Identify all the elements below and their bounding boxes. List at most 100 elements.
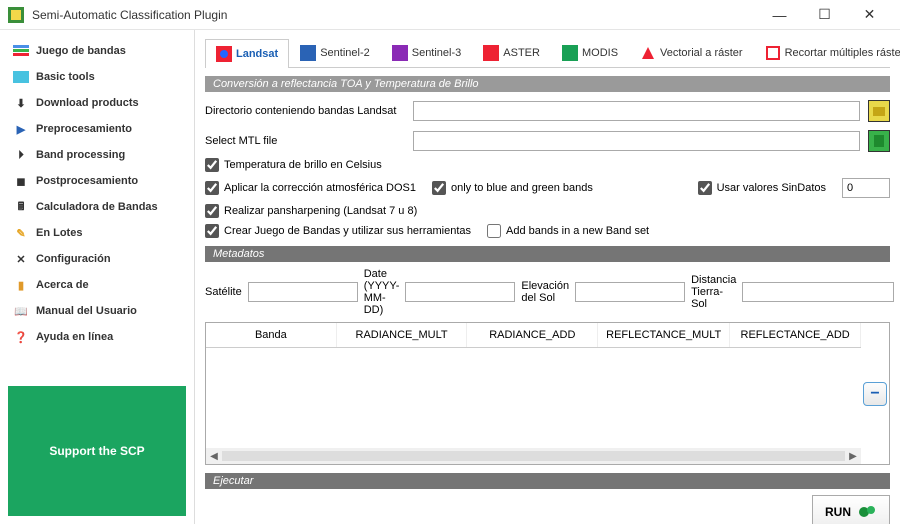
tab-label: Landsat [236, 48, 278, 60]
directory-browse-button[interactable] [868, 100, 890, 122]
tab-recortar[interactable]: Recortar múltiples rásters [754, 38, 900, 67]
table-body [206, 348, 861, 448]
directory-label: Directorio conteniendo bandas Landsat [205, 105, 405, 117]
chk-pansharp[interactable]: Realizar pansharpening (Landsat 7 u 8) [205, 204, 417, 218]
preprocess-icon: ▶ [12, 122, 30, 136]
tab-landsat[interactable]: Landsat [205, 39, 289, 68]
sidebar-item-label: Configuración [36, 253, 111, 265]
content: Landsat Sentinel-2 Sentinel-3 ASTER MODI… [195, 30, 900, 524]
download-icon: ⬇ [12, 96, 30, 110]
clip-icon [765, 45, 781, 61]
window-title: Semi-Automatic Classification Plugin [32, 8, 757, 22]
calculator-icon: 🖩 [12, 200, 30, 214]
chk-addbands-label: Add bands in a new Band set [506, 225, 649, 237]
gear-icon [857, 502, 877, 522]
tab-label: Recortar múltiples rásters [785, 47, 900, 59]
col-refladd[interactable]: REFLECTANCE_ADD [730, 323, 861, 347]
tab-aster[interactable]: ASTER [472, 38, 551, 67]
dist-input[interactable] [742, 282, 894, 302]
tab-label: Sentinel-2 [320, 47, 370, 59]
date-label: Date (YYYY-MM-DD) [364, 268, 400, 316]
tab-vectorial[interactable]: Vectorial a ráster [629, 38, 754, 67]
tab-label: Vectorial a ráster [660, 47, 743, 59]
maximize-button[interactable]: ☐ [802, 0, 847, 30]
modis-icon [562, 45, 578, 61]
tab-sentinel3[interactable]: Sentinel-3 [381, 38, 473, 67]
date-input[interactable] [405, 282, 515, 302]
col-radmult[interactable]: RADIANCE_MULT [337, 323, 468, 347]
sidebar-item-band-processing[interactable]: ⏵Band processing [8, 142, 186, 168]
sidebar-item-lotes[interactable]: ✎En Lotes [8, 220, 186, 246]
folder-icon [872, 104, 886, 118]
chk-celsius[interactable]: Temperatura de brillo en Celsius [205, 158, 382, 172]
sidebar-item-label: Postprocesamiento [36, 175, 138, 187]
dist-label: Distancia Tierra-Sol [691, 274, 736, 310]
tab-label: ASTER [503, 47, 540, 59]
tab-modis[interactable]: MODIS [551, 38, 629, 67]
about-icon: ▮ [12, 278, 30, 292]
col-radadd[interactable]: RADIANCE_ADD [467, 323, 598, 347]
sidebar-item-label: En Lotes [36, 227, 82, 239]
chk-onlybg[interactable]: only to blue and green bands [432, 181, 593, 195]
run-button[interactable]: RUN [812, 495, 890, 524]
tab-sentinel2[interactable]: Sentinel-2 [289, 38, 381, 67]
settings-icon: ✕ [12, 252, 30, 266]
sun-input[interactable] [575, 282, 685, 302]
sat-input[interactable] [248, 282, 358, 302]
sidebar-item-label: Juego de bandas [36, 45, 126, 57]
vector-icon [640, 45, 656, 61]
metadata-row: Satélite Date (YYYY-MM-DD) Elevación del… [205, 268, 890, 316]
chk-onlybg-label: only to blue and green bands [451, 182, 593, 194]
sat-label: Satélite [205, 286, 242, 298]
nodata-spin[interactable] [842, 178, 890, 198]
minimize-button[interactable]: — [757, 0, 802, 30]
sidebar-item-label: Acerca de [36, 279, 89, 291]
sidebar-item-about[interactable]: ▮ Acerca de [8, 272, 186, 298]
chk-addbands[interactable]: Add bands in a new Band set [487, 224, 649, 238]
table-hscroll[interactable]: ◀▶ [206, 448, 861, 464]
sidebar-item-help[interactable]: ❓ Ayuda en línea [8, 324, 186, 350]
chk-dos1[interactable]: Aplicar la corrección atmosférica DOS1 [205, 181, 416, 195]
sidebar-item-label: Manual del Usuario [36, 305, 137, 317]
manual-icon: 📖 [12, 304, 30, 318]
sentinel2-icon [300, 45, 316, 61]
chk-nodata[interactable]: Usar valores SinDatos [698, 181, 826, 195]
sidebar-item-config[interactable]: ✕ Configuración [8, 246, 186, 272]
run-label: RUN [825, 505, 851, 519]
support-panel[interactable]: Support the SCP [8, 386, 186, 516]
chk-dos1-label: Aplicar la corrección atmosférica DOS1 [224, 182, 416, 194]
tools-icon [12, 70, 30, 84]
postprocess-icon: ◼ [12, 174, 30, 188]
chk-bandset[interactable]: Crear Juego de Bandas y utilizar sus her… [205, 224, 471, 238]
sidebar-item-label: Calculadora de Bandas [36, 201, 158, 213]
metadata-table: Banda RADIANCE_MULT RADIANCE_ADD REFLECT… [205, 322, 890, 465]
sidebar-item-postprocesamiento[interactable]: ◼ Postprocesamiento [8, 168, 186, 194]
app-icon [8, 7, 24, 23]
sidebar-item-label: Download products [36, 97, 139, 109]
col-reflmult[interactable]: REFLECTANCE_MULT [598, 323, 730, 347]
sidebar-item-juego-de-bandas[interactable]: Juego de bandas [8, 38, 186, 64]
title-bar: Semi-Automatic Classification Plugin — ☐… [0, 0, 900, 30]
close-button[interactable]: ✕ [847, 0, 892, 30]
section-run: Ejecutar [205, 473, 890, 489]
tab-label: MODIS [582, 47, 618, 59]
sidebar-item-calculadora[interactable]: 🖩 Calculadora de Bandas [8, 194, 186, 220]
tabs: Landsat Sentinel-2 Sentinel-3 ASTER MODI… [205, 38, 890, 68]
support-label: Support the SCP [49, 444, 144, 458]
bands-icon [12, 44, 30, 58]
landsat-icon [216, 46, 232, 62]
col-banda[interactable]: Banda [206, 323, 337, 347]
mtl-browse-button[interactable] [868, 130, 890, 152]
sidebar-item-preprocesamiento[interactable]: ▶Preprocesamiento [8, 116, 186, 142]
sidebar-item-download[interactable]: ⬇ Download products [8, 90, 186, 116]
mtl-label: Select MTL file [205, 135, 405, 147]
sidebar-item-label: Ayuda en línea [36, 331, 113, 343]
sidebar-item-basic-tools[interactable]: Basic tools [8, 64, 186, 90]
file-icon [872, 134, 886, 148]
mtl-input[interactable] [413, 131, 860, 151]
directory-input[interactable] [413, 101, 860, 121]
help-icon: ❓ [12, 330, 30, 344]
sidebar-item-manual[interactable]: 📖 Manual del Usuario [8, 298, 186, 324]
chk-nodata-label: Usar valores SinDatos [717, 182, 826, 194]
remove-row-button[interactable]: − [863, 382, 887, 406]
